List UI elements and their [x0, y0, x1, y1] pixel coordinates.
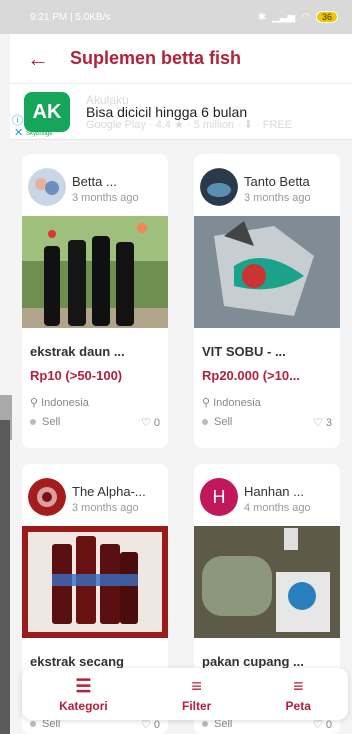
- post-time: 3 months ago: [244, 192, 311, 204]
- post-time: 3 months ago: [72, 502, 139, 514]
- ad-logo-sub: Skybridge: [26, 131, 53, 137]
- listing-type: Sell: [30, 416, 60, 428]
- post-time: 3 months ago: [72, 192, 139, 204]
- category-label: Kategori: [59, 698, 108, 713]
- type-dot-icon: [202, 419, 208, 425]
- location-text: Indonesia: [41, 397, 89, 409]
- product-photo: [22, 216, 168, 328]
- seller-avatar: [200, 168, 238, 206]
- location-pin-icon: ⚲: [202, 397, 214, 409]
- listing-type-text: Sell: [214, 416, 233, 428]
- product-name: VIT SOBU - ...: [202, 344, 286, 359]
- type-dot-icon: [202, 721, 208, 727]
- product-card[interactable]: Tanto Betta 3 months ago VIT SOBU - ... …: [194, 154, 340, 448]
- likes-count[interactable]: ♡ 3: [313, 416, 332, 429]
- signal-icon: ▁▃▅: [272, 11, 296, 23]
- type-dot-icon: [30, 419, 36, 425]
- heart-icon: ♡: [140, 719, 154, 731]
- ad-logo: AK: [24, 92, 70, 132]
- seller-name: Betta ...: [72, 174, 117, 189]
- back-arrow-icon[interactable]: ←: [18, 46, 58, 72]
- likes-number: 3: [325, 417, 332, 429]
- location-pin-icon: ⚲: [30, 397, 42, 409]
- product-location: ⚲ Indonesia: [202, 396, 261, 409]
- bluetooth-icon: ✱: [257, 11, 267, 23]
- heart-icon: ♡: [312, 417, 326, 429]
- likes-count[interactable]: ♡ 0: [141, 416, 160, 429]
- close-icon[interactable]: ✕: [14, 126, 23, 139]
- page-title: Suplemen betta fish: [70, 48, 242, 68]
- filter-button[interactable]: ≡ Filter: [182, 676, 211, 713]
- location-text: Indonesia: [213, 397, 261, 409]
- wifi-icon: ◠: [301, 11, 310, 23]
- listing-type: Sell: [202, 416, 232, 428]
- map-button[interactable]: ≡ Peta: [286, 676, 311, 713]
- seller-avatar-letter: H: [200, 478, 238, 516]
- product-price: Rp20.000 (>10...: [202, 368, 300, 383]
- product-location: ⚲ Indonesia: [30, 396, 89, 409]
- list-icon: ☰: [75, 675, 92, 696]
- seller-avatar: [28, 478, 66, 516]
- app-bar: ← Suplemen betta fish: [10, 34, 352, 84]
- filter-label: Filter: [181, 698, 212, 713]
- filter-icon: ≡: [191, 675, 202, 696]
- status-time: 9:21 PM | 5.0KB/s: [30, 11, 111, 23]
- seller-avatar: [28, 168, 66, 206]
- likes-number: 0: [153, 417, 160, 429]
- heart-icon: ♡: [140, 417, 154, 429]
- product-name: pakan cupang ...: [202, 654, 304, 669]
- map-label: Peta: [285, 698, 311, 713]
- post-time: 4 months ago: [244, 502, 311, 514]
- product-name: ekstrak daun ...: [30, 344, 125, 359]
- seller-name: Tanto Betta: [244, 174, 310, 189]
- left-edge-bar-dark: [0, 420, 10, 734]
- product-name: ekstrak secang: [30, 654, 124, 669]
- status-bar: 9:21 PM | 5.0KB/s ✱ ▁▃▅ ◠ 36: [0, 0, 352, 34]
- category-button[interactable]: ☰ Kategori: [59, 676, 108, 713]
- product-photo: [194, 526, 340, 638]
- product-photo: [194, 216, 340, 328]
- ad-text: Bisa dicicil hingga 6 bulan: [86, 104, 248, 120]
- seller-name: The Alpha-...: [72, 484, 146, 499]
- product-photo: [22, 526, 168, 638]
- ad-banner[interactable]: Akulaku Google Play · 4.4 ★ · 5 million …: [10, 84, 352, 140]
- bottom-action-bar: ☰ Kategori ≡ Filter ≡ Peta: [22, 668, 348, 720]
- heart-icon: ♡: [312, 719, 326, 731]
- product-price: Rp10 (>50-100): [30, 368, 123, 383]
- likes-number: 0: [153, 719, 160, 731]
- map-list-icon: ≡: [292, 675, 304, 696]
- listing-type-text: Sell: [42, 416, 61, 428]
- product-card[interactable]: Betta ... 3 months ago ekstrak daun ... …: [22, 154, 168, 448]
- seller-name: Hanhan ...: [244, 484, 304, 499]
- battery-indicator: 36: [315, 11, 338, 23]
- type-dot-icon: [30, 721, 36, 727]
- likes-number: 0: [325, 719, 332, 731]
